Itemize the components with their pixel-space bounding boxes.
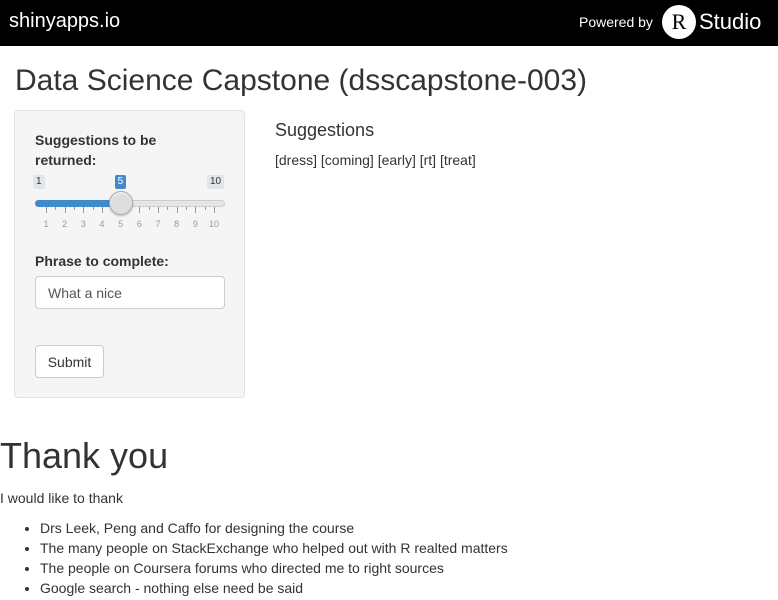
slider-tick-label: 6: [136, 219, 142, 229]
slider-tick: [214, 207, 215, 213]
thank-you-list: Drs Leek, Peng and Caffo for designing t…: [0, 518, 508, 598]
slider-tick: [92, 207, 94, 210]
slider-handle[interactable]: [108, 191, 133, 215]
slider-tick: [158, 207, 159, 213]
list-item: The people on Coursera forums who direct…: [40, 558, 508, 578]
slider-tick: [186, 207, 187, 210]
rstudio-logo-icon[interactable]: R: [662, 5, 696, 39]
powered-by-text: Powered by: [579, 14, 653, 30]
slider-tick-label: 3: [80, 219, 86, 229]
slider-tick: [195, 207, 197, 213]
slider-tick-label: 5: [118, 219, 124, 229]
list-item: Drs Leek, Peng and Caffo for designing t…: [40, 518, 508, 538]
slider-tick-label: 2: [62, 219, 68, 229]
brand-link[interactable]: shinyapps.io: [9, 10, 120, 33]
phrase-input[interactable]: [35, 276, 225, 309]
slider-tick: [74, 207, 75, 210]
slider-tick-labels: 1 2 3 4 5 6 7 8 9 10: [35, 219, 225, 231]
suggestions-heading: Suggestions: [275, 120, 375, 140]
thank-you-intro: I would like to thank: [0, 490, 123, 506]
slider-tick: [55, 207, 57, 210]
slider-fill: [35, 200, 121, 207]
slider-tick: [46, 207, 47, 213]
slider-tick: [102, 207, 103, 213]
slider-tick: [204, 207, 206, 210]
slider-tick-label: 8: [174, 219, 180, 229]
slider-tick: [176, 207, 178, 213]
slider-tick: [148, 207, 150, 210]
slider-tick: [83, 207, 85, 213]
slider-tick-label: 10: [208, 219, 220, 229]
slider-tick: [167, 207, 169, 210]
top-navbar: shinyapps.io Powered by R Studio: [0, 0, 778, 46]
slider-tick-label: 4: [99, 219, 105, 229]
slider-max-label: 10: [207, 175, 225, 189]
slider-tick: [64, 207, 66, 213]
slider-min-label: 1: [33, 175, 45, 189]
slider-tick-label: 9: [192, 219, 198, 229]
thank-you-heading: Thank you: [0, 435, 169, 476]
page-title: Data Science Capstone (dsscapstone-003): [15, 64, 587, 97]
rstudio-logo-text[interactable]: Studio: [699, 9, 761, 35]
suggestions-count-label: Suggestions to be returned:: [35, 132, 157, 168]
slider-tick-label: 1: [43, 219, 49, 229]
slider-tick: [139, 207, 141, 213]
sidebar-panel: Suggestions to be returned: 1 5 10 1 2 3 4 5…: [14, 110, 245, 398]
phrase-label: Phrase to complete:: [35, 253, 169, 269]
suggestions-output: [dress] [coming] [early] [rt] [treat]: [275, 152, 476, 168]
slider-value-label: 5: [114, 175, 127, 189]
slider-tick-label: 7: [155, 219, 161, 229]
list-item: The many people on StackExchange who hel…: [40, 538, 508, 558]
list-item: Google search - nothing else need be sai…: [40, 578, 508, 598]
submit-button[interactable]: Submit: [35, 345, 104, 378]
